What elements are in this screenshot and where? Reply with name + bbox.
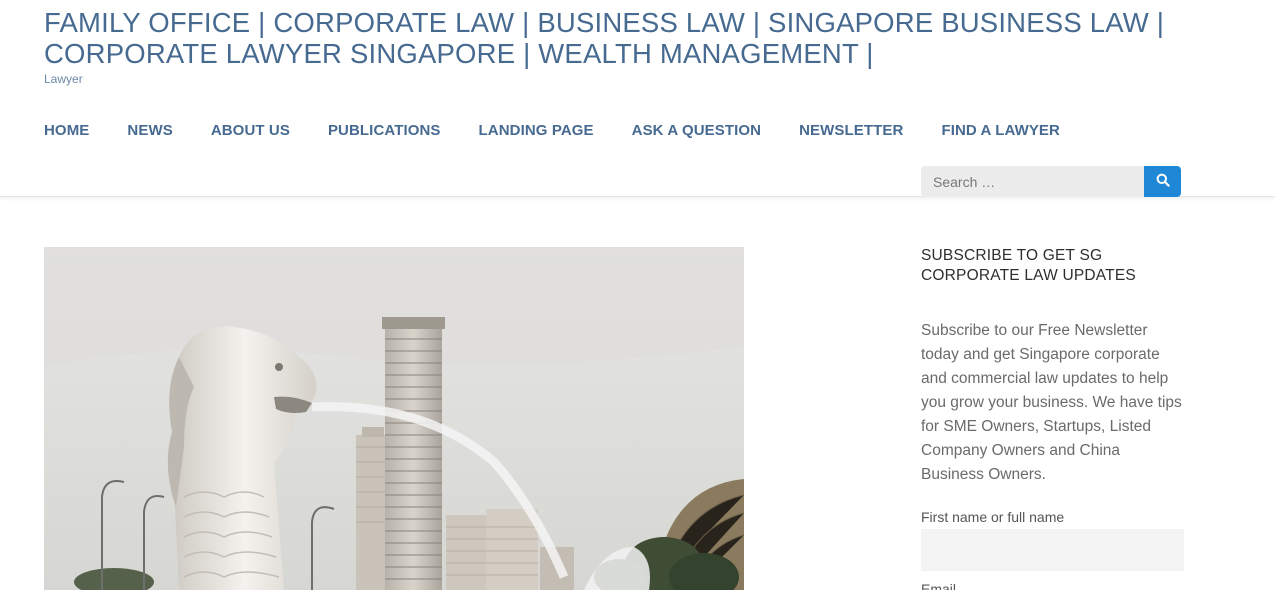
nav-item-ask-a-question[interactable]: ASK A QUESTION [632, 122, 761, 139]
merlion-skyline-illustration [44, 247, 744, 590]
widget-title: SUBSCRIBE TO GET SG CORPORATE LAW UPDATE… [921, 247, 1136, 284]
widget-description: Subscribe to our Free Newsletter today a… [921, 322, 1182, 483]
email-field-label: Email [921, 581, 957, 590]
sidebar: SUBSCRIBE TO GET SG CORPORATE LAW UPDATE… [921, 246, 1186, 590]
site-tagline: Lawyer [44, 72, 83, 86]
name-field-label: First name or full name [921, 509, 1065, 525]
nav-item-news[interactable]: NEWS [127, 122, 172, 139]
search-input[interactable] [921, 166, 1144, 197]
nav-item-landing-page[interactable]: LANDING PAGE [479, 122, 594, 139]
nav-item-home[interactable]: HOME [44, 122, 89, 139]
nav-item-newsletter[interactable]: NEWSLETTER [799, 122, 903, 139]
search-icon [1156, 173, 1170, 190]
main-navigation: HOME NEWS ABOUT US PUBLICATIONS LANDING … [44, 122, 1060, 139]
name-field[interactable] [921, 529, 1184, 571]
site-header: FAMILY OFFICE | CORPORATE LAW | BUSINESS… [0, 0, 1275, 197]
featured-image-merlion[interactable] [44, 247, 744, 590]
site-title[interactable]: FAMILY OFFICE | CORPORATE LAW | BUSINESS… [44, 7, 1194, 69]
nav-item-about-us[interactable]: ABOUT US [211, 122, 290, 139]
nav-item-find-a-lawyer[interactable]: FIND A LAWYER [941, 122, 1060, 139]
search-button[interactable] [1144, 166, 1181, 197]
search-form [921, 166, 1181, 197]
nav-item-publications[interactable]: PUBLICATIONS [328, 122, 441, 139]
